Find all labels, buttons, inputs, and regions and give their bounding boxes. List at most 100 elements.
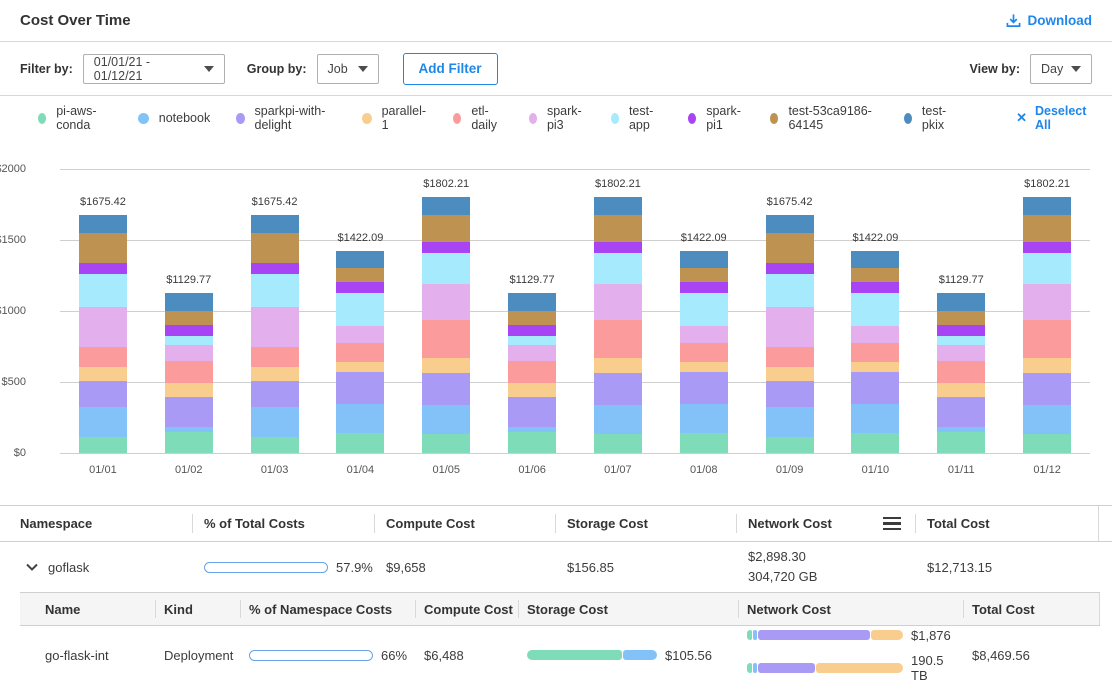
stacked-bar-01/02[interactable] <box>165 293 213 453</box>
bar-segment-etl-daily[interactable] <box>680 343 728 362</box>
col-total-costs-pct[interactable]: % of Total Costs <box>192 506 374 541</box>
bar-segment-pi-aws-conda[interactable] <box>336 433 384 453</box>
bar-segment-test-app[interactable] <box>766 274 814 307</box>
bar-segment-sparkpi-with-delight[interactable] <box>79 381 127 407</box>
bar-segment-test-53ca9186-64145[interactable] <box>422 215 470 242</box>
stacked-bar-01/01[interactable] <box>79 215 127 453</box>
bar-segment-spark-pi3[interactable] <box>165 345 213 361</box>
bar-segment-notebook[interactable] <box>680 404 728 433</box>
bar-segment-test-pkix[interactable] <box>508 293 556 312</box>
bar-segment-spark-pi3[interactable] <box>937 345 985 361</box>
col-namespace[interactable]: Namespace <box>0 506 192 541</box>
bar-segment-sparkpi-with-delight[interactable] <box>594 373 642 405</box>
bar-segment-pi-aws-conda[interactable] <box>165 432 213 453</box>
bar-segment-sparkpi-with-delight[interactable] <box>251 381 299 407</box>
legend-item-notebook[interactable]: notebook <box>138 111 210 125</box>
bar-segment-test-53ca9186-64145[interactable] <box>165 311 213 325</box>
bar-segment-parallel-1[interactable] <box>336 362 384 373</box>
bar-segment-test-53ca9186-64145[interactable] <box>508 311 556 325</box>
bar-segment-test-app[interactable] <box>1023 253 1071 284</box>
bar-segment-test-pkix[interactable] <box>251 215 299 233</box>
bar-segment-notebook[interactable] <box>766 407 814 437</box>
bar-segment-spark-pi1[interactable] <box>594 242 642 253</box>
bar-segment-test-53ca9186-64145[interactable] <box>937 311 985 325</box>
bar-segment-test-53ca9186-64145[interactable] <box>594 215 642 242</box>
bar-segment-etl-daily[interactable] <box>594 320 642 357</box>
bar-segment-spark-pi1[interactable] <box>165 325 213 336</box>
bar-segment-spark-pi1[interactable] <box>79 263 127 274</box>
bar-segment-test-pkix[interactable] <box>851 251 899 268</box>
stacked-bar-01/03[interactable] <box>251 215 299 453</box>
bar-segment-parallel-1[interactable] <box>851 362 899 373</box>
col-compute-cost[interactable]: Compute Cost <box>415 593 518 625</box>
bar-segment-sparkpi-with-delight[interactable] <box>766 381 814 407</box>
legend-item-spark-pi1[interactable]: spark-pi1 <box>688 104 744 132</box>
bar-segment-test-53ca9186-64145[interactable] <box>336 268 384 282</box>
bar-segment-test-53ca9186-64145[interactable] <box>851 268 899 282</box>
bar-segment-test-app[interactable] <box>594 253 642 284</box>
bar-segment-spark-pi1[interactable] <box>1023 242 1071 253</box>
bar-segment-notebook[interactable] <box>336 404 384 433</box>
col-name[interactable]: Name <box>20 593 155 625</box>
bar-segment-test-app[interactable] <box>508 336 556 345</box>
bar-segment-spark-pi1[interactable] <box>937 325 985 336</box>
bar-segment-sparkpi-with-delight[interactable] <box>336 372 384 403</box>
date-range-dropdown[interactable]: 01/01/21 - 01/12/21 <box>83 54 225 84</box>
bar-segment-etl-daily[interactable] <box>165 361 213 382</box>
bar-segment-etl-daily[interactable] <box>1023 320 1071 357</box>
bar-segment-test-pkix[interactable] <box>422 197 470 215</box>
bar-segment-parallel-1[interactable] <box>508 383 556 397</box>
bar-segment-notebook[interactable] <box>594 405 642 433</box>
legend-item-test-app[interactable]: test-app <box>611 104 662 132</box>
col-total-cost[interactable]: Total Cost <box>915 506 1099 541</box>
bar-segment-spark-pi1[interactable] <box>680 282 728 293</box>
stacked-bar-01/07[interactable] <box>594 197 642 453</box>
stacked-bar-01/09[interactable] <box>766 215 814 453</box>
stacked-bar-01/12[interactable] <box>1023 197 1071 453</box>
bar-segment-etl-daily[interactable] <box>422 320 470 357</box>
bar-segment-spark-pi1[interactable] <box>251 263 299 274</box>
bar-segment-etl-daily[interactable] <box>251 347 299 367</box>
bar-segment-sparkpi-with-delight[interactable] <box>937 397 985 427</box>
stacked-bar-01/05[interactable] <box>422 197 470 453</box>
stacked-bar-01/10[interactable] <box>851 251 899 453</box>
bar-segment-test-pkix[interactable] <box>680 251 728 268</box>
bar-segment-spark-pi1[interactable] <box>508 325 556 336</box>
add-filter-button[interactable]: Add Filter <box>403 53 498 85</box>
col-compute-cost[interactable]: Compute Cost <box>374 506 555 541</box>
bar-segment-parallel-1[interactable] <box>79 367 127 381</box>
bar-segment-spark-pi3[interactable] <box>508 345 556 361</box>
legend-item-sparkpi-with-delight[interactable]: sparkpi-with-delight <box>236 104 336 132</box>
bar-segment-etl-daily[interactable] <box>336 343 384 362</box>
bar-segment-parallel-1[interactable] <box>766 367 814 381</box>
bar-segment-test-pkix[interactable] <box>336 251 384 268</box>
bar-segment-test-app[interactable] <box>165 336 213 345</box>
bar-segment-pi-aws-conda[interactable] <box>766 437 814 453</box>
bar-segment-spark-pi3[interactable] <box>766 307 814 347</box>
stacked-bar-01/11[interactable] <box>937 293 985 453</box>
bar-segment-sparkpi-with-delight[interactable] <box>165 397 213 427</box>
bar-segment-sparkpi-with-delight[interactable] <box>422 373 470 405</box>
bar-segment-etl-daily[interactable] <box>937 361 985 382</box>
bar-segment-test-app[interactable] <box>79 274 127 307</box>
bar-segment-spark-pi1[interactable] <box>851 282 899 293</box>
bar-segment-spark-pi3[interactable] <box>594 284 642 321</box>
bar-segment-spark-pi3[interactable] <box>680 326 728 343</box>
stacked-bar-01/06[interactable] <box>508 293 556 453</box>
bar-segment-notebook[interactable] <box>851 404 899 433</box>
bar-segment-parallel-1[interactable] <box>165 383 213 397</box>
bar-segment-test-app[interactable] <box>680 293 728 326</box>
bar-segment-notebook[interactable] <box>251 407 299 437</box>
bar-segment-test-pkix[interactable] <box>766 215 814 233</box>
bar-segment-test-app[interactable] <box>422 253 470 284</box>
legend-item-spark-pi3[interactable]: spark-pi3 <box>529 104 585 132</box>
bar-segment-pi-aws-conda[interactable] <box>251 437 299 453</box>
menu-icon[interactable] <box>883 517 901 531</box>
bar-segment-sparkpi-with-delight[interactable] <box>680 372 728 403</box>
bar-segment-spark-pi1[interactable] <box>422 242 470 253</box>
bar-segment-test-app[interactable] <box>851 293 899 326</box>
bar-segment-test-app[interactable] <box>937 336 985 345</box>
bar-segment-spark-pi3[interactable] <box>1023 284 1071 321</box>
bar-segment-test-app[interactable] <box>251 274 299 307</box>
bar-segment-parallel-1[interactable] <box>422 358 470 373</box>
